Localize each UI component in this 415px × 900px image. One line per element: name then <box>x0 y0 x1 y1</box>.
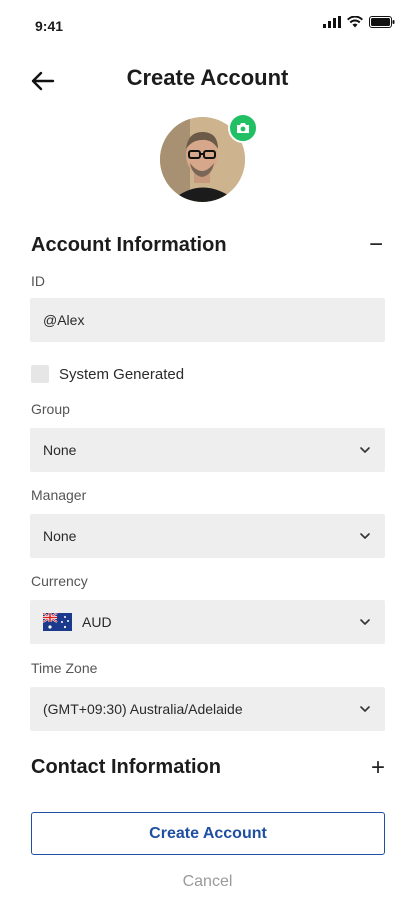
manager-label: Manager <box>31 487 87 503</box>
id-value: @Alex <box>43 312 85 328</box>
currency-label: Currency <box>31 573 88 589</box>
signal-icon <box>323 16 341 28</box>
page-title: Create Account <box>126 65 289 90</box>
status-time: 9:41 <box>35 18 64 34</box>
collapse-account-button[interactable]: − <box>364 231 388 259</box>
battery-icon <box>369 16 395 28</box>
manager-value: None <box>43 528 77 544</box>
status-icons <box>323 16 395 28</box>
group-label: Group <box>31 401 70 417</box>
chevron-down-icon <box>360 447 370 453</box>
timezone-value: (GMT+09:30) Australia/Adelaide <box>43 701 243 717</box>
camera-icon <box>237 123 249 133</box>
currency-select[interactable]: AUD <box>30 600 385 644</box>
cancel-button[interactable]: Cancel <box>0 873 415 891</box>
manager-select[interactable]: None <box>30 514 385 558</box>
timezone-select[interactable]: (GMT+09:30) Australia/Adelaide <box>30 687 385 731</box>
change-photo-button[interactable] <box>228 113 258 143</box>
chevron-down-icon <box>360 533 370 539</box>
australia-flag-icon <box>43 613 72 631</box>
contact-section-title: Contact Information <box>31 756 221 778</box>
wifi-icon <box>347 16 363 28</box>
timezone-label: Time Zone <box>31 660 98 676</box>
group-value: None <box>43 442 77 458</box>
system-generated-checkbox[interactable] <box>31 365 49 383</box>
expand-contact-button[interactable]: + <box>366 754 390 782</box>
id-field[interactable]: @Alex <box>30 298 385 342</box>
create-account-button[interactable]: Create Account <box>31 812 385 855</box>
account-section-title: Account Information <box>31 234 227 256</box>
currency-value: AUD <box>82 614 112 630</box>
chevron-down-icon <box>360 706 370 712</box>
chevron-down-icon <box>360 619 370 625</box>
system-generated-label: System Generated <box>59 366 185 383</box>
id-label: ID <box>31 273 45 289</box>
group-select[interactable]: None <box>30 428 385 472</box>
